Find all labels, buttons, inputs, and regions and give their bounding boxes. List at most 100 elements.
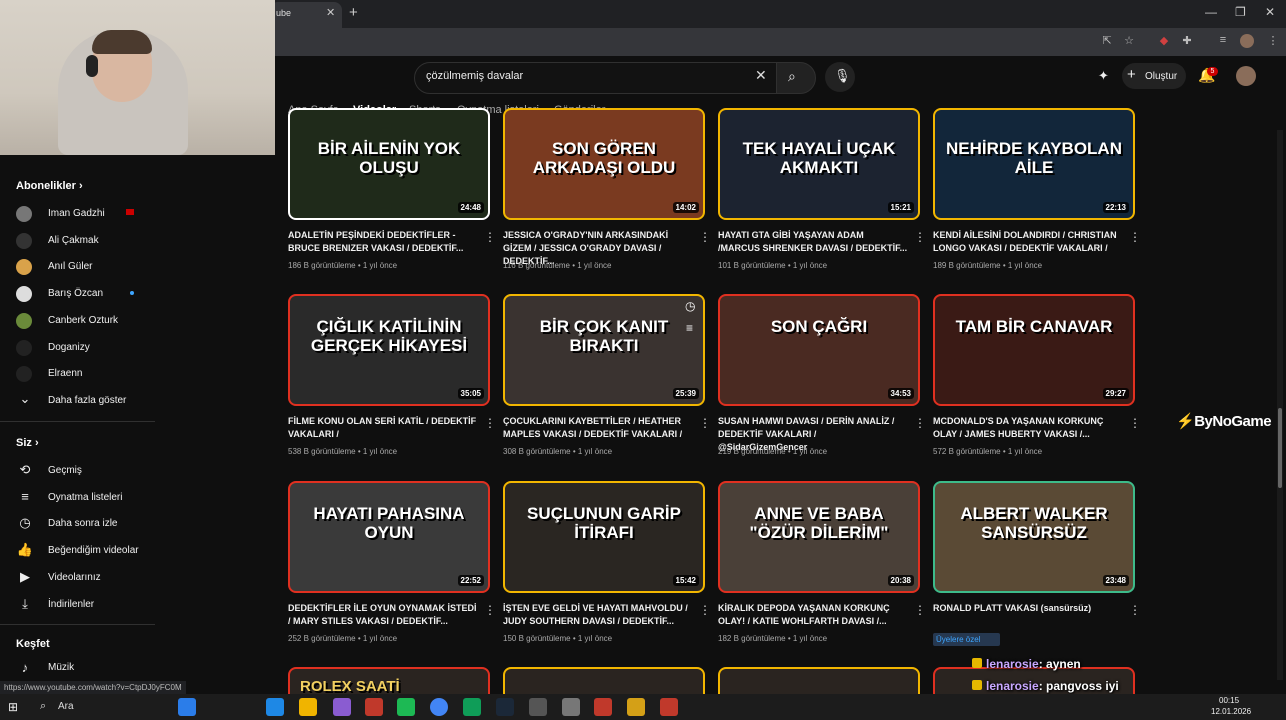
taskbar-app-icon[interactable] (365, 698, 383, 716)
thumbnail-caption: ÇIĞLIK KATİLİNİN GERÇEK HİKAYESİ (310, 317, 468, 355)
extensions-puzzle-icon[interactable]: ✚ (1180, 34, 1194, 48)
video-title[interactable]: ADALETİN PEŞİNDEKİ DEDEKTİFLER - BRUCE B… (288, 229, 478, 255)
thumbnail-caption: NEHİRDE KAYBOLAN AİLE (945, 139, 1122, 177)
video-meta: 182 B görüntüleme • 1 yıl önce (718, 634, 828, 643)
page-scrollbar[interactable] (1277, 130, 1283, 680)
video-title[interactable]: KENDİ AİLESİNİ DOLANDIRDI / CHRISTIAN LO… (933, 229, 1123, 255)
channel-avatar (16, 259, 32, 276)
video-title[interactable]: FİLME KONU OLAN SERİ KATİL / DEDEKTİF VA… (288, 415, 478, 441)
sidebar-item-you[interactable]: Beğendiğim videolar (48, 545, 139, 556)
more-options-icon[interactable]: ⋮ (914, 230, 926, 244)
cast-icon[interactable]: ✦ (1098, 68, 1109, 84)
video-thumbnail[interactable]: SON GÖREN ARKADAŞI OLDU 14:02 (503, 108, 705, 220)
video-thumbnail[interactable] (718, 667, 920, 694)
video-thumbnail[interactable]: BİR AİLENİN YOK OLUŞU 24:48 (288, 108, 490, 220)
video-title[interactable]: RONALD PLATT VAKASI (sansürsüz) (933, 602, 1123, 615)
subscriptions-heading[interactable]: Abonelikler › (16, 180, 83, 192)
video-thumbnail[interactable]: TEK HAYALİ UÇAK AKMAKTI 15:21 (718, 108, 920, 220)
taskbar-search-label[interactable]: Ara (58, 701, 74, 712)
taskbar-app-icon[interactable] (266, 698, 284, 716)
video-title[interactable]: HAYATI GTA GİBİ YAŞAYAN ADAM /MARCUS SHR… (718, 229, 908, 255)
media-controls-icon[interactable]: ≡ (1216, 34, 1230, 48)
windows-start-icon[interactable]: ⊞ (8, 700, 18, 714)
bookmark-star-icon[interactable]: ☆ (1122, 34, 1136, 48)
tab-close-icon[interactable]: ✕ (326, 6, 335, 19)
taskbar-app-icon[interactable] (496, 698, 514, 716)
video-thumbnail[interactable]: BİR ÇOK KANIT BIRAKTI 25:39 (503, 294, 705, 406)
video-thumbnail[interactable]: ÇIĞLIK KATİLİNİN GERÇEK HİKAYESİ 35:05 (288, 294, 490, 406)
extension-shield-icon[interactable]: ◆ (1157, 34, 1171, 48)
your-videos-icon: ▶ (20, 568, 30, 584)
video-title[interactable]: DEDEKTİFLER İLE OYUN OYNAMAK İSTEDİ / MA… (288, 602, 478, 628)
add-to-queue-icon[interactable]: ≡ (686, 321, 693, 335)
video-thumbnail[interactable]: TAM BİR CANAVAR 29:27 (933, 294, 1135, 406)
sidebar-item-you[interactable]: Videolarınız (48, 572, 101, 583)
sidebar-item-subscription[interactable]: Doganizy (48, 342, 90, 353)
more-options-icon[interactable]: ⋮ (1129, 230, 1141, 244)
taskbar-search-icon[interactable]: ⌕ (40, 700, 46, 713)
video-thumbnail[interactable]: SON ÇAĞRI 34:53 (718, 294, 920, 406)
taskbar-app-icon[interactable] (397, 698, 415, 716)
maximize-icon[interactable]: ❐ (1235, 5, 1246, 19)
taskbar-app-icon[interactable] (178, 698, 196, 716)
video-thumbnail[interactable]: ALBERT WALKER SANSÜRSÜZ 23:48 (933, 481, 1135, 593)
sidebar-item-you[interactable]: Oynatma listeleri (48, 492, 122, 503)
search-button[interactable] (776, 62, 816, 94)
video-title[interactable]: MCDONALD'S DA YAŞANAN KORKUNÇ OLAY / JAM… (933, 415, 1123, 441)
video-title[interactable]: KİRALIK DEPODA YAŞANAN KORKUNÇ OLAY! / K… (718, 602, 908, 628)
taskbar-app-icon[interactable] (562, 698, 580, 716)
sidebar-item-you[interactable]: Daha sonra izle (48, 518, 117, 529)
video-thumbnail[interactable]: ANNE VE BABA "ÖZÜR DİLERİM" 20:38 (718, 481, 920, 593)
sidebar-item-you[interactable]: İndirilenler (48, 599, 94, 610)
more-options-icon[interactable]: ⋮ (699, 416, 711, 430)
video-thumbnail[interactable]: SUÇLUNUN GARİP İTİRAFI 15:42 (503, 481, 705, 593)
taskbar-app-icon[interactable] (430, 698, 448, 716)
clear-search-icon[interactable]: ✕ (755, 67, 767, 84)
more-options-icon[interactable]: ⋮ (484, 416, 496, 430)
thumbnail-caption: SON GÖREN ARKADAŞI OLDU (532, 139, 676, 177)
video-title[interactable]: ÇOCUKLARINI KAYBETTİLER / HEATHER MAPLES… (503, 415, 693, 441)
watch-later-hover-icon[interactable]: ◷ (685, 299, 695, 313)
sidebar-item-subscription[interactable]: Elraenn (48, 368, 82, 379)
taskbar-app-icon[interactable] (529, 698, 547, 716)
video-title[interactable]: İŞTEN EVE GELDİ VE HAYATI MAHVOLDU / JUD… (503, 602, 693, 628)
more-options-icon[interactable]: ⋮ (699, 230, 711, 244)
taskbar-app-icon[interactable] (594, 698, 612, 716)
more-options-icon[interactable]: ⋮ (914, 603, 926, 617)
more-options-icon[interactable]: ⋮ (1129, 416, 1141, 430)
sidebar-item-subscription[interactable]: Barış Özcan (48, 288, 103, 299)
watch-later-icon: ◷ (19, 515, 31, 531)
taskbar-app-icon[interactable] (463, 698, 481, 716)
sidebar-item-subscription[interactable]: Anıl Güler (48, 261, 92, 272)
sidebar-item-subscription[interactable]: Daha fazla göster (48, 395, 126, 406)
profile-avatar-icon[interactable] (1240, 34, 1254, 48)
you-heading[interactable]: Siz › (16, 437, 39, 449)
sidebar-item-subscription[interactable]: Iman Gadzhi (48, 208, 105, 219)
more-options-icon[interactable]: ⋮ (484, 603, 496, 617)
sidebar-item-music[interactable]: Müzik (48, 662, 74, 673)
taskbar-app-icon[interactable] (333, 698, 351, 716)
sidebar-item-subscription[interactable]: Ali Çakmak (48, 235, 99, 246)
video-thumbnail[interactable]: NEHİRDE KAYBOLAN AİLE 22:13 (933, 108, 1135, 220)
install-app-icon[interactable]: ⇱ (1100, 34, 1114, 48)
taskbar-app-icon[interactable] (627, 698, 645, 716)
video-thumbnail[interactable]: ROLEX SAATİ (288, 667, 490, 694)
sidebar-item-subscription[interactable]: Canberk Ozturk (48, 315, 118, 326)
taskbar-app-icon[interactable] (660, 698, 678, 716)
video-thumbnail[interactable]: HAYATI PAHASINA OYUN 22:52 (288, 481, 490, 593)
more-options-icon[interactable]: ⋮ (914, 416, 926, 430)
window-close-icon[interactable]: ✕ (1265, 5, 1275, 19)
new-tab-icon[interactable]: + (349, 4, 358, 21)
scrollbar-thumb[interactable] (1278, 408, 1282, 488)
browser-menu-icon[interactable]: ⋮ (1266, 34, 1280, 48)
taskbar-app-icon[interactable] (299, 698, 317, 716)
thumbnail-caption: SUÇLUNUN GARİP İTİRAFI (527, 504, 681, 542)
video-thumbnail[interactable] (503, 667, 705, 694)
more-options-icon[interactable]: ⋮ (699, 603, 711, 617)
video-meta: 219 B görüntüleme • 1 yıl önce (718, 447, 828, 456)
more-options-icon[interactable]: ⋮ (484, 230, 496, 244)
more-options-icon[interactable]: ⋮ (1129, 603, 1141, 617)
sidebar-item-you[interactable]: Geçmiş (48, 465, 82, 476)
minimize-icon[interactable]: — (1205, 5, 1217, 19)
account-avatar[interactable] (1236, 66, 1256, 86)
